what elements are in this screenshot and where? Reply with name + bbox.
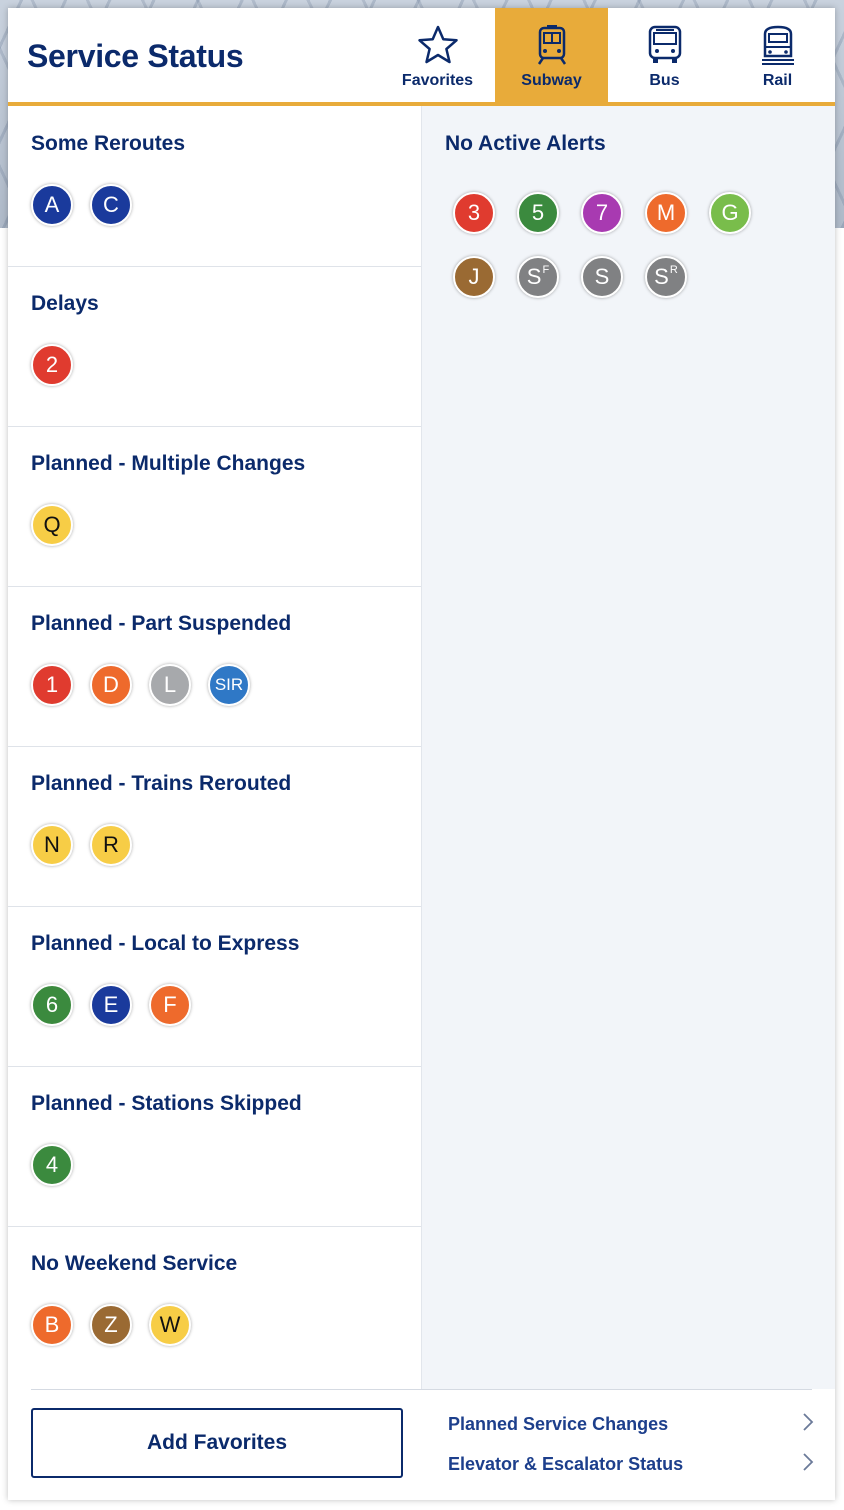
route-bullet-2[interactable]: 2 bbox=[31, 344, 73, 386]
route-bullet-sir[interactable]: SIR bbox=[208, 664, 250, 706]
planned-service-changes-link[interactable]: Planned Service Changes bbox=[448, 1409, 814, 1439]
elevator-escalator-status-link[interactable]: Elevator & Escalator Status bbox=[448, 1449, 814, 1479]
chevron-right-icon bbox=[802, 1412, 814, 1437]
route-bullet-5[interactable]: 5 bbox=[517, 192, 559, 234]
route-list: 2 bbox=[31, 344, 73, 386]
status-section-delays: Delays 2 bbox=[8, 266, 421, 427]
right-column: No Active Alerts 3 5 7 M G J SF S SR bbox=[422, 106, 835, 1389]
section-title: No Active Alerts bbox=[445, 132, 606, 155]
tab-label: Rail bbox=[762, 72, 793, 89]
bus-icon bbox=[644, 24, 686, 66]
add-favorites-button[interactable]: Add Favorites bbox=[31, 1408, 403, 1478]
section-title: Planned - Stations Skipped bbox=[31, 1092, 302, 1115]
route-list: 4 bbox=[31, 1144, 73, 1186]
route-list: B Z W bbox=[31, 1304, 191, 1346]
tab-bus[interactable]: Bus bbox=[608, 8, 721, 102]
route-bullet-g[interactable]: G bbox=[709, 192, 751, 234]
route-bullet-n[interactable]: N bbox=[31, 824, 73, 866]
route-bullet-c[interactable]: C bbox=[90, 184, 132, 226]
route-bullet-f[interactable]: F bbox=[149, 984, 191, 1026]
route-bullet-q[interactable]: Q bbox=[31, 504, 73, 546]
route-bullet-1[interactable]: 1 bbox=[31, 664, 73, 706]
tab-subway[interactable]: Subway bbox=[495, 8, 608, 102]
left-column: Some Reroutes A C Delays 2 Planned - Mul… bbox=[8, 106, 422, 1389]
route-bullet-e[interactable]: E bbox=[90, 984, 132, 1026]
chevron-right-icon bbox=[802, 1452, 814, 1477]
route-bullet-6[interactable]: 6 bbox=[31, 984, 73, 1026]
route-bullet-d[interactable]: D bbox=[90, 664, 132, 706]
route-list: 3 5 7 M G J SF S SR bbox=[453, 192, 813, 298]
status-section-trains-rerouted: Planned - Trains Rerouted N R bbox=[8, 746, 421, 907]
route-bullet-s[interactable]: S bbox=[581, 256, 623, 298]
status-section-some-reroutes: Some Reroutes A C bbox=[8, 106, 421, 267]
subway-train-icon bbox=[531, 24, 573, 66]
status-section-local-to-express: Planned - Local to Express 6 E F bbox=[8, 906, 421, 1067]
route-bullet-3[interactable]: 3 bbox=[453, 192, 495, 234]
route-bullet-sf[interactable]: SF bbox=[517, 256, 559, 298]
route-bullet-z[interactable]: Z bbox=[90, 1304, 132, 1346]
tab-favorites[interactable]: Favorites bbox=[381, 8, 494, 102]
rail-train-icon bbox=[757, 24, 799, 66]
route-superscript: R bbox=[669, 264, 678, 276]
link-label: Elevator & Escalator Status bbox=[448, 1453, 684, 1474]
route-bullet-m[interactable]: M bbox=[645, 192, 687, 234]
page-title: Service Status bbox=[27, 38, 244, 74]
section-title: Delays bbox=[31, 292, 99, 315]
status-section-part-suspended: Planned - Part Suspended 1 D L SIR bbox=[8, 586, 421, 747]
section-title: Planned - Multiple Changes bbox=[31, 452, 306, 475]
route-bullet-w[interactable]: W bbox=[149, 1304, 191, 1346]
star-icon bbox=[417, 24, 459, 66]
route-bullet-a[interactable]: A bbox=[31, 184, 73, 226]
route-list: A C bbox=[31, 184, 132, 226]
route-superscript: F bbox=[542, 264, 550, 276]
section-title: Some Reroutes bbox=[31, 132, 186, 155]
tab-label: Subway bbox=[521, 72, 582, 89]
route-letter: S bbox=[526, 264, 542, 289]
section-title: Planned - Trains Rerouted bbox=[31, 772, 292, 795]
route-list: Q bbox=[31, 504, 73, 546]
panel-header: Service Status Favorites Subway Bus Rail bbox=[8, 8, 835, 106]
route-bullet-sr[interactable]: SR bbox=[645, 256, 687, 298]
tab-rail[interactable]: Rail bbox=[721, 8, 834, 102]
section-title: Planned - Local to Express bbox=[31, 932, 300, 955]
route-bullet-l[interactable]: L bbox=[149, 664, 191, 706]
section-title: Planned - Part Suspended bbox=[31, 612, 292, 635]
service-status-panel: Service Status Favorites Subway Bus Rail bbox=[8, 8, 835, 1500]
status-section-multiple-changes: Planned - Multiple Changes Q bbox=[8, 426, 421, 587]
route-bullet-r[interactable]: R bbox=[90, 824, 132, 866]
route-bullet-7[interactable]: 7 bbox=[581, 192, 623, 234]
route-list: 6 E F bbox=[31, 984, 191, 1026]
route-bullet-4[interactable]: 4 bbox=[31, 1144, 73, 1186]
link-label: Planned Service Changes bbox=[448, 1413, 669, 1434]
route-list: N R bbox=[31, 824, 132, 866]
status-section-stations-skipped: Planned - Stations Skipped 4 bbox=[8, 1066, 421, 1227]
status-section-no-weekend-service: No Weekend Service B Z W bbox=[8, 1226, 421, 1386]
route-list: 1 D L SIR bbox=[31, 664, 250, 706]
section-title: No Weekend Service bbox=[31, 1252, 238, 1275]
tab-label: Favorites bbox=[401, 72, 474, 89]
footer-divider bbox=[31, 1389, 812, 1390]
route-bullet-b[interactable]: B bbox=[31, 1304, 73, 1346]
tab-label: Bus bbox=[649, 72, 680, 89]
route-bullet-j[interactable]: J bbox=[453, 256, 495, 298]
route-letter: S bbox=[654, 264, 669, 289]
